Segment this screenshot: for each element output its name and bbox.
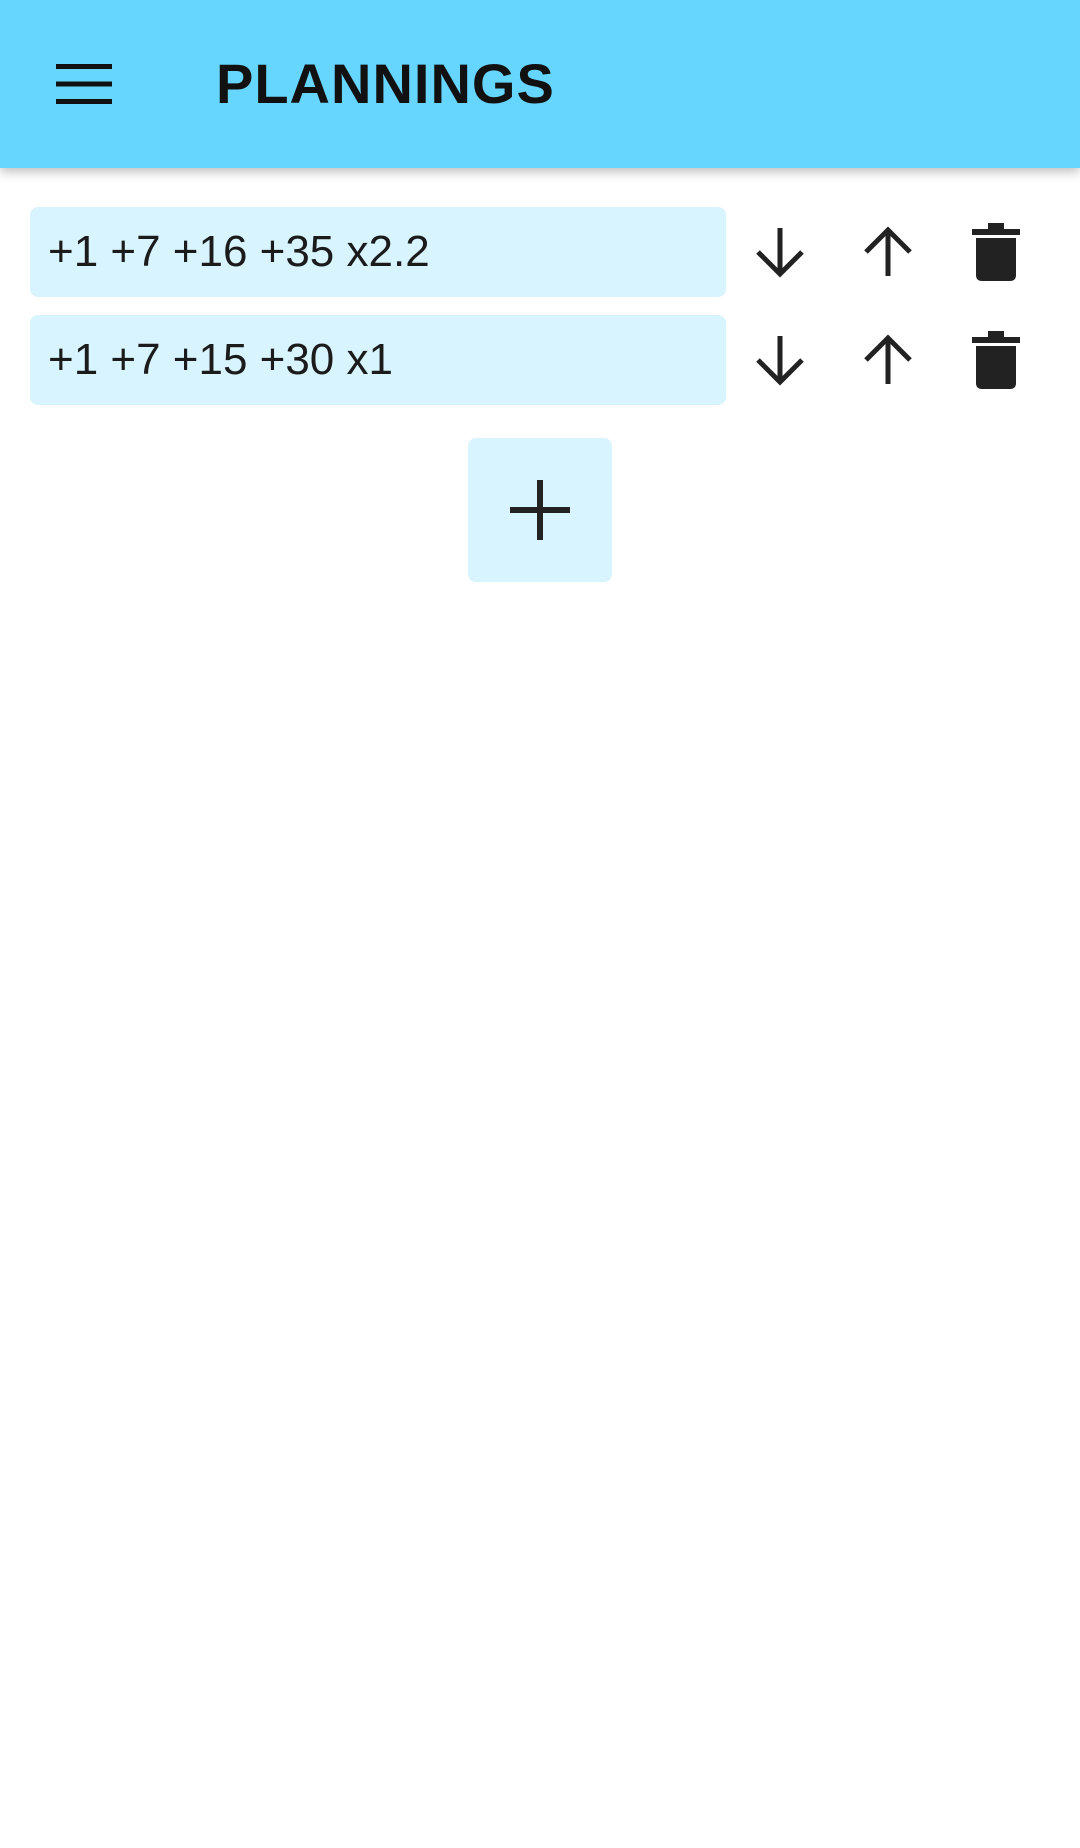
app-bar: PLANNINGS (0, 0, 1080, 168)
hamburger-menu-icon (56, 64, 112, 104)
arrow-down-icon (756, 336, 804, 386)
page-title: PLANNINGS (216, 52, 555, 115)
planning-row: +1 +7 +15 +30 x1 (30, 315, 1060, 405)
move-up-button[interactable] (843, 315, 933, 405)
move-down-button[interactable] (735, 207, 825, 297)
move-up-button[interactable] (843, 207, 933, 297)
menu-button[interactable] (40, 43, 128, 125)
arrow-up-icon (864, 226, 912, 276)
move-down-button[interactable] (735, 315, 825, 405)
delete-button[interactable] (951, 207, 1041, 297)
planning-input[interactable]: +1 +7 +16 +35 x2.2 (30, 207, 726, 297)
add-planning-button[interactable] (468, 438, 612, 582)
trash-icon (972, 331, 1020, 389)
delete-button[interactable] (951, 315, 1041, 405)
planning-input[interactable]: +1 +7 +15 +30 x1 (30, 315, 726, 405)
arrow-up-icon (864, 334, 912, 384)
trash-icon (972, 223, 1020, 281)
plus-icon (510, 480, 570, 540)
arrow-down-icon (756, 228, 804, 278)
planning-row: +1 +7 +16 +35 x2.2 (30, 207, 1060, 297)
